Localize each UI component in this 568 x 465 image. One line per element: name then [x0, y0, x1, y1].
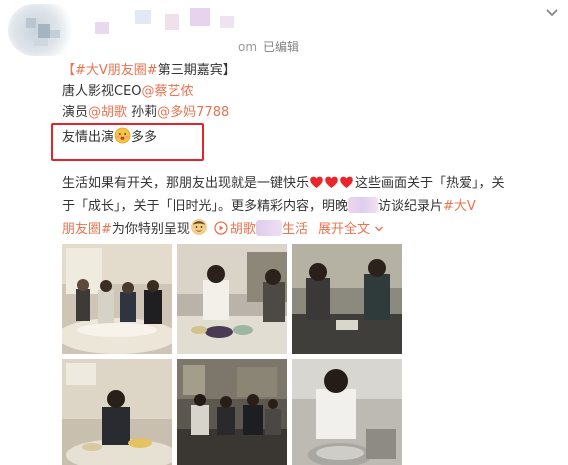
heart-icon: [310, 176, 353, 188]
expand-button[interactable]: 展开全文: [318, 222, 384, 237]
photo-4[interactable]: [62, 359, 172, 465]
para-text-1: 生活如果有开关，那朋友出现就是一键快乐: [62, 176, 310, 191]
topic-link[interactable]: 朋友圈#: [62, 222, 112, 237]
para-text-4: 访谈纪录片: [378, 199, 444, 214]
post-line-3: 演员@胡歌 孙莉@多妈7788: [62, 102, 562, 123]
post-line-1: 【#大V朋友圈#第三期嘉宾】: [62, 60, 562, 81]
mention-link[interactable]: @胡歌: [88, 105, 127, 120]
photo-4-image: [62, 359, 172, 465]
topic-link[interactable]: 【#大V朋友圈#: [62, 63, 158, 78]
expand-label: 展开全文: [317, 222, 370, 237]
photo-6[interactable]: [292, 359, 402, 465]
avatar[interactable]: [8, 4, 78, 56]
video-link-icon[interactable]: [214, 221, 228, 235]
video-link-tail[interactable]: 生活: [282, 222, 308, 237]
post-time: om: [238, 40, 258, 54]
photo-6-image: [292, 359, 402, 465]
mention-link[interactable]: @多妈7788: [157, 105, 229, 120]
highlight-box: [51, 123, 204, 161]
mention-link[interactable]: @蔡艺侬: [142, 84, 194, 99]
username[interactable]: [95, 8, 265, 34]
photo-2-image: [177, 244, 287, 354]
para-text-2: 这些画面关于「热爱」，关: [355, 176, 505, 191]
photo-5-image: [177, 359, 287, 465]
photo-5[interactable]: [177, 359, 287, 465]
post-line-2-prefix: 唐人影视CEO: [62, 84, 142, 99]
para-text-3: 于「成长」，关于「旧时光」。更多精彩内容，明晚: [62, 199, 349, 214]
post-line-3-prefix: 演员: [62, 105, 89, 120]
chevron-down-icon[interactable]: [545, 6, 559, 20]
blurred-mention[interactable]: [348, 197, 379, 213]
photo-1-image: [62, 244, 172, 354]
video-link[interactable]: 胡歌: [230, 222, 256, 237]
para-line-2: 于「成长」，关于「旧时光」。更多精彩内容，明晚 访谈纪录片#大V: [62, 195, 562, 218]
photo-3[interactable]: [292, 244, 402, 354]
blurred-mention[interactable]: [255, 220, 282, 236]
post-paragraph: 生活如果有开关，那朋友出现就是一键快乐 这些画面关于「热爱」，关 于「成长」，关…: [62, 172, 562, 241]
photo-1[interactable]: [62, 244, 172, 354]
post-header: om 已编辑: [0, 0, 568, 60]
post-line-2: 唐人影视CEO@蔡艺侬: [62, 81, 562, 102]
topic-link[interactable]: #大V: [443, 199, 476, 214]
post-line-3-middle: 孙莉: [127, 105, 158, 120]
chevron-down-icon: [375, 226, 384, 232]
post-meta: om 已编辑: [238, 38, 299, 55]
face-emoji-icon: [190, 219, 207, 235]
para-line-1: 生活如果有开关，那朋友出现就是一键快乐 这些画面关于「热爱」，关: [62, 172, 562, 195]
post-line-1-tail: 第三期嘉宾】: [157, 63, 236, 78]
edited-label: 已编辑: [263, 40, 300, 54]
photo-2[interactable]: [177, 244, 287, 354]
para-line-3: 朋友圈#为你特别呈现 胡歌 生活 展开全文: [62, 218, 562, 241]
para-text-5: 为你特别呈现: [111, 222, 190, 237]
photo-3-image: [292, 244, 402, 354]
